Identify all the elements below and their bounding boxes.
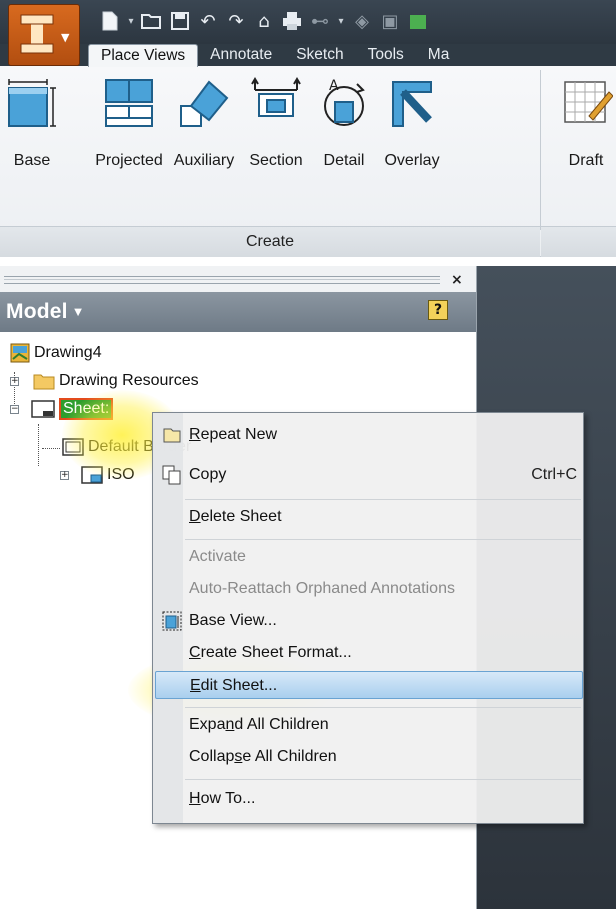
base-label: Base <box>13 152 51 169</box>
expand-icon[interactable]: + <box>10 376 19 386</box>
auxiliary-view-icon <box>180 80 229 127</box>
menu-item-auto-reattach: Auto-Reattach Orphaned Annotations <box>189 580 455 597</box>
detail-view-button[interactable]: A Detail <box>314 76 374 188</box>
model-dropdown[interactable]: Model ▼ <box>6 300 85 324</box>
sheet-highlight-label: Sheet: <box>59 398 114 420</box>
auxiliary-view-button[interactable]: Auxiliary <box>168 76 240 188</box>
svg-text:A: A <box>329 78 339 94</box>
menu-item-create-sheet-format[interactable]: Create Sheet Format... <box>155 639 583 667</box>
menu-item-collapse-all[interactable]: Collapse All Children <box>155 743 583 771</box>
panel-grip[interactable] <box>4 276 440 284</box>
drawing-icon <box>10 343 30 363</box>
dropdown-icon[interactable]: ▾ <box>336 9 346 33</box>
tree-connector <box>38 424 39 466</box>
close-icon[interactable]: × <box>451 272 463 288</box>
menu-separator <box>185 707 581 708</box>
tree-item-sheet[interactable]: − Sheet: <box>10 396 114 422</box>
repeat-new-icon <box>163 428 181 443</box>
ribbon-tabs: Place Views Annotate Sketch Tools Ma <box>88 44 462 67</box>
tree-item-label: ISO <box>107 466 135 483</box>
border-icon <box>62 438 84 456</box>
menu-separator <box>185 539 581 540</box>
print-icon[interactable] <box>280 9 304 33</box>
tree-connector <box>42 448 60 449</box>
menu-item-how-to[interactable]: How To... <box>155 785 583 813</box>
home-icon[interactable]: ⌂ <box>252 9 276 33</box>
sheet-icon <box>31 400 55 418</box>
tab-place-views[interactable]: Place Views <box>88 44 199 67</box>
overlay-view-icon <box>392 81 432 127</box>
menu-item-delete-sheet[interactable]: Delete Sheet <box>155 503 583 531</box>
projected-label: Projected <box>95 152 163 169</box>
material-icon[interactable] <box>406 9 430 33</box>
tab-manage[interactable]: Ma <box>416 44 462 66</box>
open-icon[interactable] <box>140 9 164 33</box>
projected-view-button[interactable]: Projected <box>94 76 164 188</box>
draft-label: Draft <box>568 152 604 169</box>
tree-item-drawing4[interactable]: Drawing4 <box>10 340 102 366</box>
menu-separator <box>185 779 581 780</box>
chevron-down-icon: ▼ <box>61 31 70 44</box>
draft-view-button[interactable]: Draft <box>556 76 616 188</box>
tab-sketch[interactable]: Sketch <box>284 44 355 66</box>
ribbon-panel-divider <box>540 70 541 230</box>
update-icon[interactable]: ▣ <box>378 9 402 33</box>
next-panel-label <box>541 226 616 257</box>
menu-item-edit-sheet[interactable]: Edit Sheet... <box>155 671 583 699</box>
new-icon[interactable] <box>98 9 122 33</box>
expand-icon[interactable]: + <box>60 470 69 480</box>
measure-icon[interactable]: ⊷ <box>308 9 332 33</box>
tree-item-iso[interactable]: + ISO <box>60 462 135 488</box>
create-panel-label[interactable]: Create <box>0 226 540 257</box>
menu-item-activate: Activate <box>189 548 246 565</box>
collapse-icon[interactable]: − <box>10 404 19 414</box>
detail-view-icon: A <box>324 78 365 126</box>
copy-shortcut: Ctrl+C <box>531 466 577 483</box>
base-view-button[interactable]: Base <box>2 76 62 188</box>
base-view-icon <box>162 611 182 631</box>
detail-label: Detail <box>323 152 365 169</box>
copy-icon <box>162 465 181 485</box>
save-icon[interactable] <box>168 9 192 33</box>
dropdown-icon[interactable]: ▾ <box>126 9 136 33</box>
section-view-icon <box>251 77 301 117</box>
overlay-view-button[interactable]: Overlay <box>376 76 448 188</box>
help-icon[interactable]: ? <box>428 300 448 320</box>
menu-item-copy[interactable]: Copy Ctrl+C <box>155 461 583 489</box>
tree-item-drawing-resources[interactable]: + Drawing Resources <box>10 368 199 394</box>
inventor-logo-icon <box>20 14 54 54</box>
appearance-icon[interactable]: ◈ <box>350 9 374 33</box>
tab-annotate[interactable]: Annotate <box>198 44 284 66</box>
folder-icon <box>33 374 55 390</box>
tree-item-label: Drawing Resources <box>59 372 199 389</box>
section-view-button[interactable]: Section <box>242 76 310 188</box>
tab-tools[interactable]: Tools <box>356 44 416 66</box>
application-menu-button[interactable]: ▼ <box>8 4 80 66</box>
auxiliary-label: Auxiliary <box>173 152 235 169</box>
undo-icon[interactable]: ↶ <box>196 9 220 33</box>
title-block-icon <box>81 466 103 484</box>
chevron-down-icon: ▼ <box>71 304 85 319</box>
tree-item-label: Drawing4 <box>34 344 102 361</box>
base-view-icon <box>8 79 56 127</box>
overlay-label: Overlay <box>384 152 440 169</box>
quick-access-toolbar: ▾ ↶ ↷ ⌂ ⊷ ▾ ◈ ▣ <box>98 6 430 36</box>
menu-item-base-view[interactable]: Base View... <box>155 607 583 635</box>
menu-item-expand-all[interactable]: Expand All Children <box>155 711 583 739</box>
projected-view-icon <box>105 79 153 127</box>
context-menu: Repeat New Copy Ctrl+C Delete Sheet Acti… <box>152 412 584 824</box>
menu-item-repeat-new[interactable]: Repeat New <box>155 421 583 449</box>
menu-separator <box>185 499 581 500</box>
redo-icon[interactable]: ↷ <box>224 9 248 33</box>
section-label: Section <box>249 152 303 169</box>
browser-header: Model ▼ ? <box>0 292 476 332</box>
draft-view-icon <box>564 81 613 123</box>
